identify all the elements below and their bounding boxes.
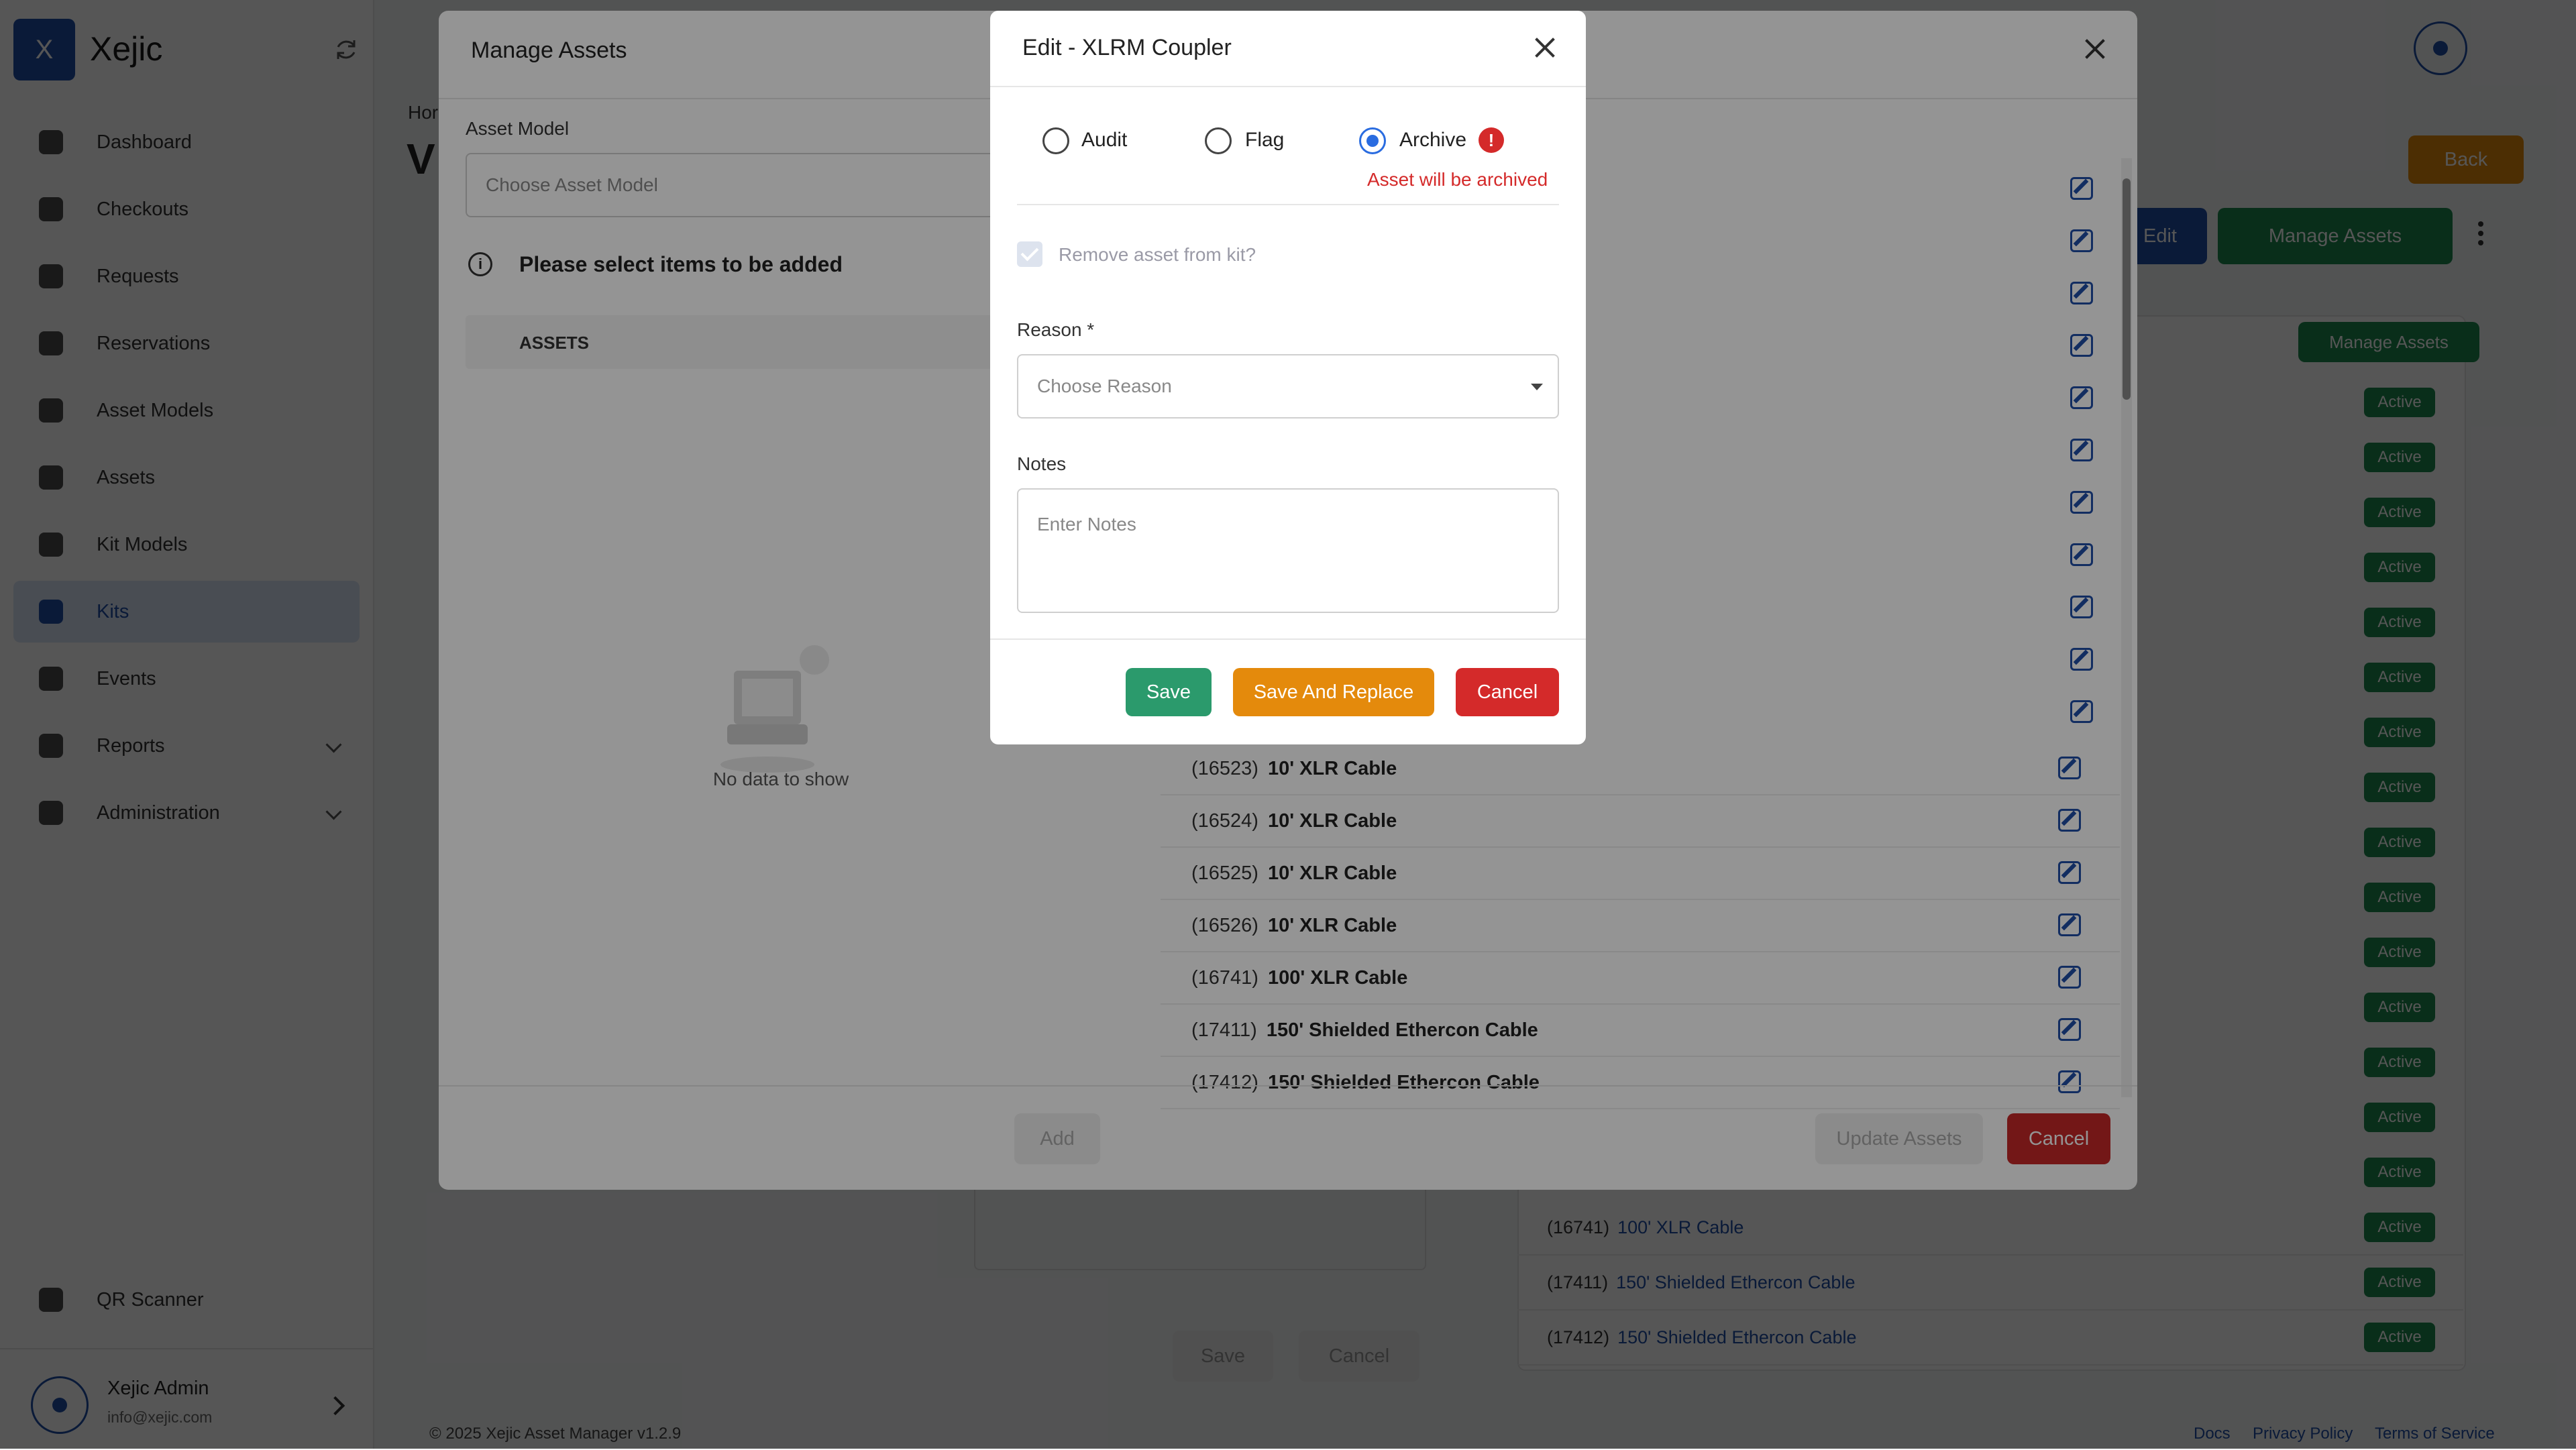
radio-archive[interactable] — [1359, 127, 1386, 154]
save-and-replace-label: Save And Replace — [1253, 681, 1414, 703]
divider — [1017, 204, 1559, 205]
radio-archive-label[interactable]: Archive — [1399, 129, 1466, 152]
cancel-button[interactable]: Cancel — [1456, 668, 1559, 716]
notes-textarea[interactable]: Enter Notes — [1017, 488, 1559, 613]
reason-select[interactable]: Choose Reason — [1017, 354, 1559, 419]
archive-warning: Asset will be archived — [1367, 169, 1548, 190]
close-icon[interactable] — [1535, 38, 1555, 58]
notes-label: Notes — [1017, 453, 1067, 474]
notes-placeholder: Enter Notes — [1037, 514, 1136, 535]
radio-flag[interactable] — [1205, 127, 1232, 154]
dialog-footer-divider — [990, 638, 1586, 640]
caret-down-icon — [1531, 384, 1543, 390]
warning-icon: ! — [1479, 127, 1504, 153]
save-and-replace-button[interactable]: Save And Replace — [1233, 668, 1434, 716]
reason-placeholder: Choose Reason — [1037, 376, 1172, 396]
dialog-title: Edit - XLRM Coupler — [1022, 35, 1232, 60]
radio-flag-label[interactable]: Flag — [1245, 129, 1284, 152]
save-label: Save — [1146, 681, 1191, 703]
radio-audit-label[interactable]: Audit — [1081, 129, 1127, 152]
remove-from-kit-checkbox[interactable] — [1017, 241, 1042, 267]
reason-label: Reason * — [1017, 319, 1095, 340]
cancel-label: Cancel — [1477, 681, 1538, 703]
radio-audit[interactable] — [1042, 127, 1069, 154]
edit-asset-dialog: Edit - XLRM Coupler Audit Flag Archive !… — [990, 11, 1586, 744]
save-button[interactable]: Save — [1126, 668, 1212, 716]
dialog-header: Edit - XLRM Coupler — [990, 11, 1586, 87]
remove-from-kit-label: Remove asset from kit? — [1059, 244, 1256, 265]
